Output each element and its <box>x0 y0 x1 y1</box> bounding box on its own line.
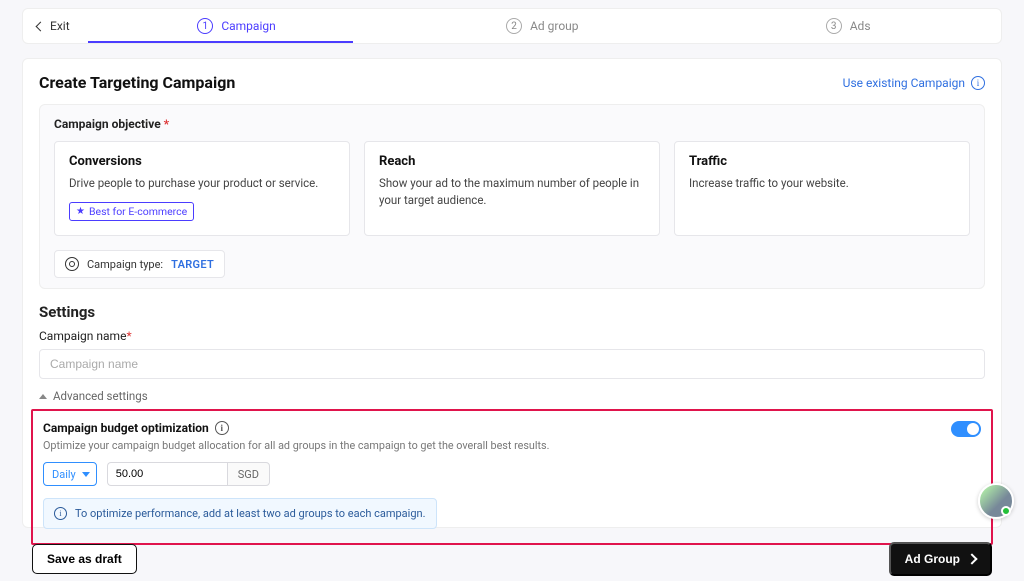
cbo-tip: i To optimize performance, add at least … <box>43 498 437 529</box>
campaign-name-label: Campaign name* <box>39 329 985 343</box>
objective-card-conversions[interactable]: Conversions Drive people to purchase you… <box>54 141 350 236</box>
card-title: Traffic <box>689 154 955 169</box>
objective-label: Campaign objective * <box>54 117 970 131</box>
arrow-left-icon <box>36 21 46 31</box>
support-avatar[interactable] <box>978 483 1014 519</box>
campaign-type-label: Campaign type: <box>87 258 163 271</box>
page-title: Create Targeting Campaign <box>39 73 235 92</box>
wizard-top-bar: Exit 1 Campaign 2 Ad group 3 Ads <box>22 8 1002 44</box>
budget-currency-label: SGD <box>227 462 270 486</box>
budget-optimization-panel: Campaign budget optimization i Optimize … <box>31 409 993 545</box>
step-ad-group[interactable]: 2 Ad group <box>389 9 695 43</box>
settings-heading: Settings <box>39 303 985 321</box>
step-number-icon: 1 <box>197 18 213 34</box>
target-icon <box>65 257 79 271</box>
required-star-icon: * <box>164 117 169 131</box>
required-star-icon: * <box>126 329 131 343</box>
objective-card-traffic[interactable]: Traffic Increase traffic to your website… <box>674 141 970 236</box>
objective-cards: Conversions Drive people to purchase you… <box>54 141 970 236</box>
advanced-settings-label: Advanced settings <box>53 389 148 403</box>
arrow-right-icon <box>966 553 977 564</box>
card-desc: Drive people to purchase your product or… <box>69 175 335 192</box>
step-campaign[interactable]: 1 Campaign <box>84 9 390 43</box>
campaign-name-input[interactable] <box>39 349 985 379</box>
star-icon: ★ <box>76 206 85 217</box>
next-ad-group-button[interactable]: Ad Group <box>889 542 992 576</box>
next-button-label: Ad Group <box>905 552 960 566</box>
exit-label: Exit <box>50 19 70 33</box>
objective-card-reach[interactable]: Reach Show your ad to the maximum number… <box>364 141 660 236</box>
campaign-type-value: TARGET <box>171 258 214 271</box>
page-header: Create Targeting Campaign Use existing C… <box>23 73 1001 104</box>
cbo-title-text: Campaign budget optimization <box>43 421 209 435</box>
card-desc: Increase traffic to your website. <box>689 175 955 192</box>
step-number-icon: 3 <box>826 18 842 34</box>
cbo-header-row: Campaign budget optimization i Optimize … <box>43 421 981 452</box>
use-existing-label: Use existing Campaign <box>843 76 965 90</box>
cbo-toggle[interactable] <box>951 421 981 437</box>
page-card: Create Targeting Campaign Use existing C… <box>22 58 1002 528</box>
step-label: Ads <box>850 19 871 33</box>
budget-period-value: Daily <box>52 468 76 481</box>
info-icon: i <box>971 76 985 90</box>
budget-amount-input[interactable] <box>107 462 227 486</box>
chevron-up-icon <box>39 394 47 399</box>
campaign-type-chip: Campaign type: TARGET <box>54 250 225 278</box>
campaign-objective-section: Campaign objective * Conversions Drive p… <box>39 104 985 289</box>
step-label: Ad group <box>530 19 578 33</box>
cbo-title: Campaign budget optimization i <box>43 421 549 435</box>
badge-text: Best for E-commerce <box>89 205 187 218</box>
objective-label-text: Campaign objective <box>54 117 161 131</box>
active-step-underline <box>88 41 353 43</box>
footer-bar: Save as draft Ad Group <box>0 537 1024 581</box>
budget-period-select[interactable]: Daily <box>43 462 97 486</box>
step-label: Campaign <box>221 19 275 33</box>
advanced-settings-toggle[interactable]: Advanced settings <box>39 389 985 403</box>
online-status-dot <box>1001 506 1011 516</box>
cbo-desc: Optimize your campaign budget allocation… <box>43 439 549 452</box>
best-for-ecommerce-badge: ★ Best for E-commerce <box>69 202 194 221</box>
exit-button[interactable]: Exit <box>23 9 84 43</box>
use-existing-campaign-link[interactable]: Use existing Campaign i <box>843 76 985 90</box>
budget-inputs: Daily SGD <box>43 462 981 486</box>
wizard-steps: 1 Campaign 2 Ad group 3 Ads <box>84 9 1001 43</box>
cbo-tip-text: To optimize performance, add at least tw… <box>75 507 426 520</box>
card-desc: Show your ad to the maximum number of pe… <box>379 175 645 210</box>
step-number-icon: 2 <box>506 18 522 34</box>
card-title: Reach <box>379 154 645 169</box>
info-icon: i <box>54 507 67 520</box>
step-ads[interactable]: 3 Ads <box>695 9 1001 43</box>
save-draft-button[interactable]: Save as draft <box>32 544 137 574</box>
budget-amount-group: SGD <box>107 462 270 486</box>
campaign-name-label-text: Campaign name <box>39 329 126 343</box>
card-title: Conversions <box>69 154 335 169</box>
info-icon[interactable]: i <box>215 421 229 435</box>
